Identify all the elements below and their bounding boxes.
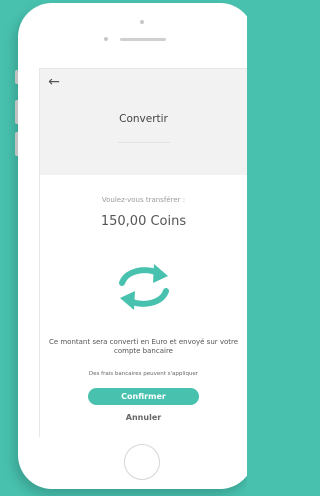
convert-arrows-icon <box>119 264 169 310</box>
confirm-button[interactable]: Confirmer <box>88 388 199 405</box>
proximity-sensor <box>104 37 108 41</box>
cancel-button[interactable]: Annuler <box>40 413 247 422</box>
transfer-card: Voulez-vous transférer : 150,00 Coins Ce… <box>40 175 247 437</box>
conversion-message: Ce montant sera converti en Euro et envo… <box>48 338 239 355</box>
transfer-question: Voulez-vous transférer : <box>101 196 186 204</box>
fees-notice: Des frais bancaires peuvent s'appliquer <box>88 371 199 377</box>
back-button[interactable]: ← <box>44 73 64 91</box>
home-button[interactable] <box>124 444 160 480</box>
front-camera <box>140 20 144 24</box>
page-title: Convertir <box>119 113 168 125</box>
title-divider <box>118 142 170 143</box>
app-screen: ← Convertir Voulez-vous transférer : 150… <box>39 68 247 437</box>
stage: ← Convertir Voulez-vous transférer : 150… <box>0 0 247 496</box>
transfer-amount: 150,00 Coins <box>100 214 187 229</box>
earpiece-speaker <box>120 38 166 41</box>
arrow-left-icon: ← <box>48 74 60 90</box>
